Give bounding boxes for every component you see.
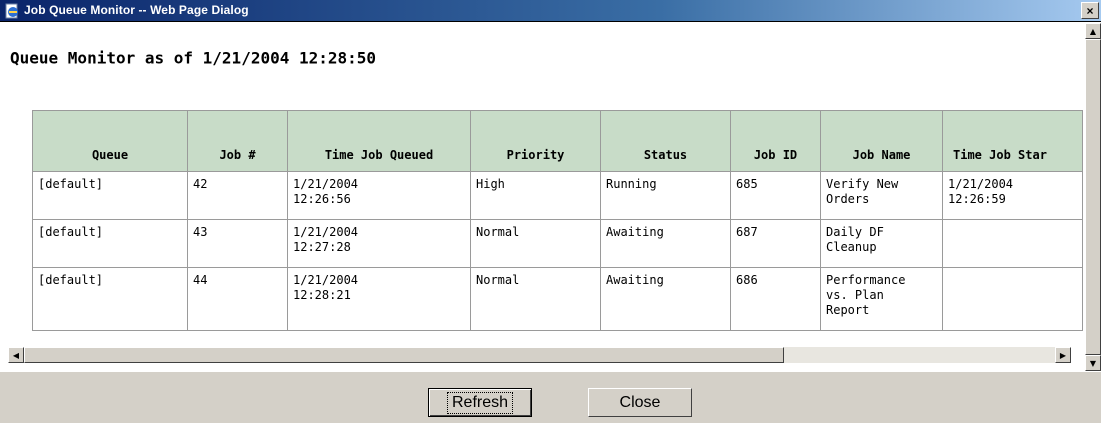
time-queued-date: 1/21/2004 (293, 177, 359, 191)
scroll-right-button[interactable]: ▶ (1055, 347, 1071, 363)
col-header-job-number: Job # (187, 110, 288, 172)
refresh-button[interactable]: Refresh (428, 388, 532, 417)
cell-priority: High (470, 171, 601, 220)
time-started-time: 12:26:59 (948, 192, 1006, 206)
scroll-left-button[interactable]: ◀ (8, 347, 24, 363)
time-queued-date: 1/21/2004 (293, 225, 359, 239)
job-name-line: Cleanup (826, 240, 877, 254)
job-name-line: Verify New (826, 177, 899, 191)
cell-job-number: 43 (187, 219, 288, 268)
col-header-time-queued: Time Job Queued (287, 110, 471, 172)
cell-job-number: 44 (187, 267, 288, 331)
time-started-date: 1/21/2004 (948, 177, 1014, 191)
cell-time-queued: 1/21/2004 12:26:56 (287, 171, 471, 220)
cell-job-name: Performance vs. Plan Report (820, 267, 943, 331)
cell-status: Awaiting (600, 267, 731, 331)
window-close-button[interactable]: × (1081, 2, 1099, 19)
col-header-job-name: Job Name (820, 110, 943, 172)
time-queued-time: 12:28:21 (293, 288, 351, 302)
job-name-line: Orders (826, 192, 870, 206)
page-title: Queue Monitor as of 1/21/2004 12:28:50 (10, 48, 377, 68)
job-name-line: Report (826, 303, 870, 317)
cell-queue: [default] (32, 267, 188, 331)
col-header-queue: Queue (32, 110, 188, 172)
arrow-up-icon: ▲ (1089, 26, 1097, 36)
cell-job-id: 685 (730, 171, 821, 220)
dialog-content: Queue Monitor as of 1/21/2004 12:28:50 Q… (2, 23, 1085, 371)
cell-status: Running (600, 171, 731, 220)
col-header-status: Status (600, 110, 731, 172)
cell-priority: Normal (470, 219, 601, 268)
cell-time-started (942, 267, 1083, 331)
cell-time-queued: 1/21/2004 12:28:21 (287, 267, 471, 331)
close-button[interactable]: Close (588, 388, 692, 417)
cell-time-started: 1/21/2004 12:26:59 (942, 171, 1083, 220)
job-name-line: Performance (826, 273, 906, 287)
col-header-job-id: Job ID (730, 110, 821, 172)
cell-queue: [default] (32, 171, 188, 220)
arrow-left-icon: ◀ (12, 350, 20, 360)
vertical-scroll-thumb[interactable] (1085, 39, 1101, 355)
arrow-right-icon: ▶ (1059, 350, 1067, 360)
horizontal-scroll-thumb[interactable] (24, 347, 784, 363)
cell-job-name: Daily DF Cleanup (820, 219, 943, 268)
dialog-footer: Refresh Close (0, 371, 1101, 423)
scroll-up-button[interactable]: ▲ (1085, 23, 1101, 39)
col-header-time-started: Time Job Star (942, 110, 1083, 172)
horizontal-scrollbar[interactable]: ◀ ▶ (8, 347, 1071, 363)
cell-job-number: 42 (187, 171, 288, 220)
arrow-down-icon: ▼ (1089, 358, 1097, 368)
table-row: [default] 43 1/21/2004 12:27:28 Normal Aw… (32, 219, 1083, 268)
cell-priority: Normal (470, 267, 601, 331)
cell-queue: [default] (32, 219, 188, 268)
cell-job-id: 687 (730, 219, 821, 268)
cell-time-started (942, 219, 1083, 268)
window-title: Job Queue Monitor -- Web Page Dialog (24, 3, 249, 17)
ie-page-icon (5, 3, 18, 19)
cell-job-id: 686 (730, 267, 821, 331)
close-button-label: Close (619, 393, 661, 411)
cell-status: Awaiting (600, 219, 731, 268)
job-name-line: vs. Plan (826, 288, 884, 302)
col-header-priority: Priority (470, 110, 601, 172)
refresh-button-label: Refresh (446, 391, 514, 414)
job-name-line: Daily DF (826, 225, 884, 239)
cell-time-queued: 1/21/2004 12:27:28 (287, 219, 471, 268)
table-row: [default] 44 1/21/2004 12:28:21 Normal Aw… (32, 267, 1083, 331)
title-bar: Job Queue Monitor -- Web Page Dialog × (0, 0, 1101, 22)
time-queued-time: 12:26:56 (293, 192, 351, 206)
time-queued-date: 1/21/2004 (293, 273, 359, 287)
close-icon: × (1086, 3, 1094, 18)
table-row: [default] 42 1/21/2004 12:26:56 High Runn… (32, 171, 1083, 220)
cell-job-name: Verify New Orders (820, 171, 943, 220)
scroll-down-button[interactable]: ▼ (1085, 355, 1101, 371)
table-header-row: Queue Job # Time Job Queued Priority Sta… (32, 110, 1083, 172)
job-queue-table: Queue Job # Time Job Queued Priority Sta… (32, 110, 1083, 331)
time-queued-time: 12:27:28 (293, 240, 351, 254)
vertical-scrollbar[interactable]: ▲ ▼ (1085, 23, 1101, 371)
